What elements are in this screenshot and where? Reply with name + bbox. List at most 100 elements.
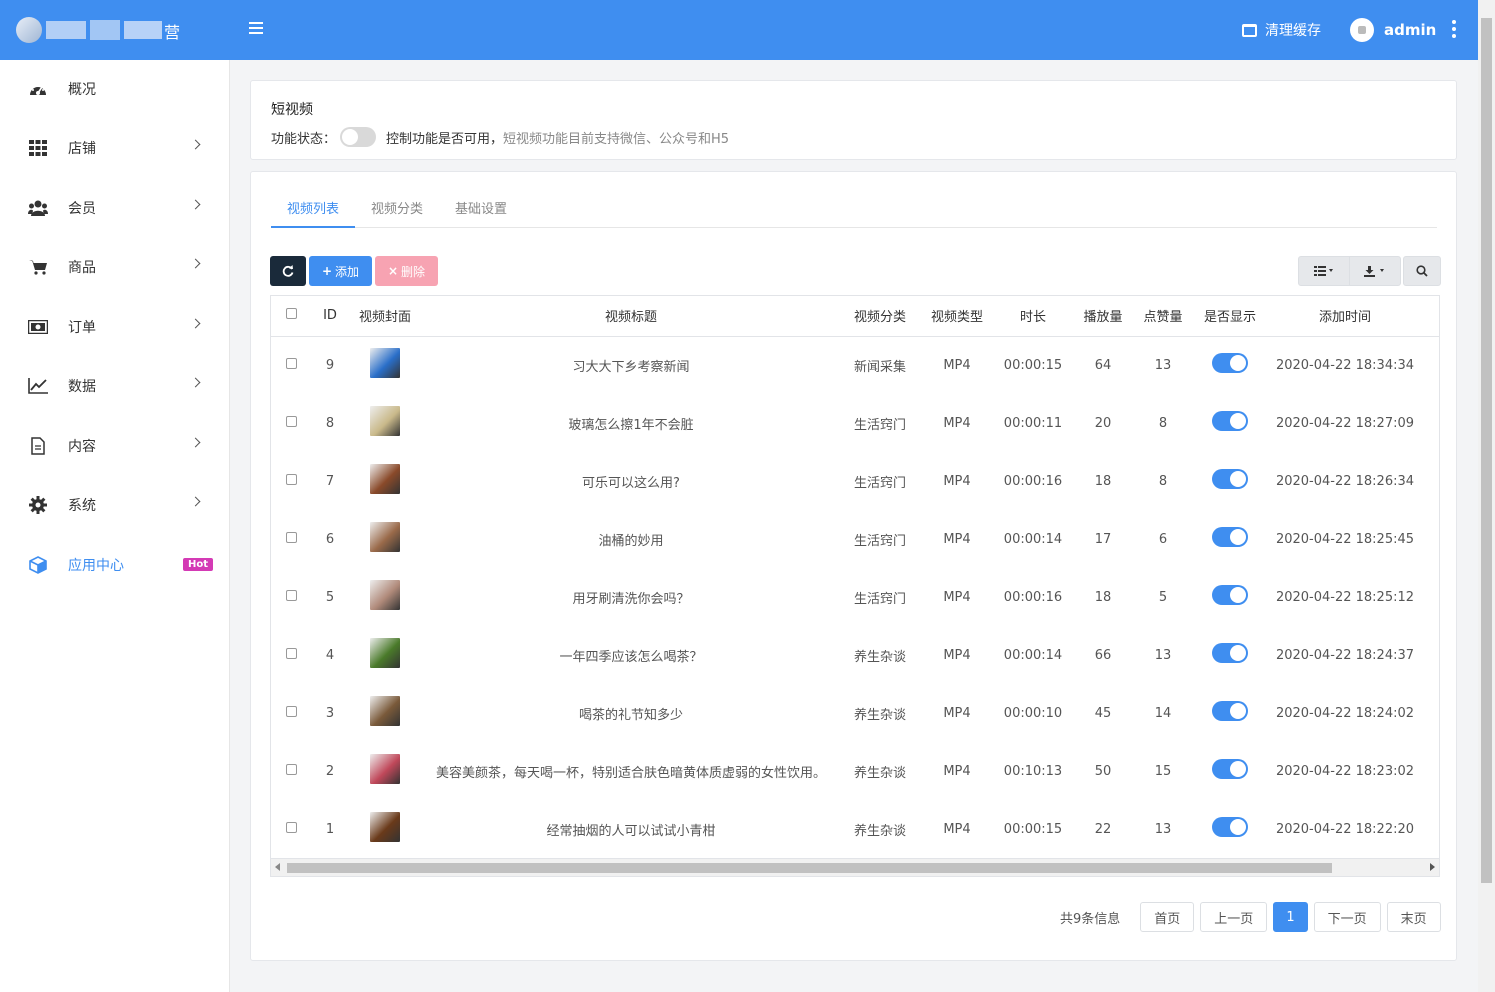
logo-blur — [124, 21, 162, 39]
time-cell: 2020-04-22 18:23:02 — [1275, 763, 1415, 779]
visibility-toggle[interactable] — [1212, 701, 1248, 721]
row-checkbox[interactable] — [285, 647, 297, 659]
visible-cell — [1191, 800, 1269, 858]
more-vertical-icon[interactable] — [1452, 19, 1457, 41]
search-button[interactable] — [1403, 256, 1441, 286]
visibility-toggle[interactable] — [1212, 643, 1248, 663]
row-checkbox[interactable] — [285, 357, 297, 369]
row-checkbox[interactable] — [285, 705, 297, 717]
select-all-checkbox[interactable] — [285, 308, 297, 320]
column-header[interactable]: 视频分类 — [841, 296, 919, 337]
title-cell: 经常抽烟的人可以试试小青柑 — [546, 823, 716, 839]
video-cover-thumbnail[interactable] — [370, 522, 400, 552]
operations-cell — [1421, 336, 1439, 394]
column-header[interactable]: 视频封面 — [349, 296, 421, 337]
horizontal-scrollbar[interactable] — [271, 858, 1439, 876]
row-checkbox-cell — [271, 626, 311, 684]
visibility-toggle[interactable] — [1212, 469, 1248, 489]
video-cover-thumbnail[interactable] — [370, 580, 400, 610]
plus-icon: + — [321, 264, 333, 278]
visible-cell — [1191, 568, 1269, 626]
visibility-toggle[interactable] — [1212, 817, 1248, 837]
category-cell: 养生杂谈 — [853, 765, 906, 781]
user-menu[interactable]: admin — [1350, 18, 1457, 42]
sidebar-item-orders[interactable]: 订单 — [0, 307, 230, 347]
vertical-scrollbar[interactable] — [1478, 0, 1495, 992]
operations-cell — [1421, 742, 1439, 800]
tab-basic-settings[interactable]: 基础设置 — [439, 190, 523, 228]
sidebar-item-system[interactable]: 系统 — [0, 485, 230, 525]
scrollbar-thumb[interactable] — [1481, 18, 1492, 883]
sidebar-item-data[interactable]: 数据 — [0, 366, 230, 406]
clear-cache-button[interactable]: 清理缓存 — [1242, 20, 1321, 40]
title-cell: 用牙刷清洗你会吗？ — [572, 591, 690, 607]
row-checkbox-cell — [271, 742, 311, 800]
column-header[interactable]: 播放量 — [1071, 296, 1135, 337]
visibility-toggle[interactable] — [1212, 353, 1248, 374]
column-header[interactable]: 时长 — [995, 296, 1071, 337]
visibility-toggle[interactable] — [1212, 585, 1248, 605]
video-cover-thumbnail[interactable] — [370, 348, 400, 379]
cover-cell — [349, 568, 421, 626]
column-header[interactable]: 是否显示 — [1191, 296, 1269, 337]
current-page-button[interactable]: 1 — [1273, 902, 1308, 932]
sidebar-item-content[interactable]: 内容 — [0, 426, 230, 466]
table-row: 6 油桶的妙用 生活窍门 MP4 00:00:14 17 6 2020-04-22 18:25… — [271, 510, 1439, 568]
select-all-cell — [271, 296, 311, 337]
add-button[interactable]: + 添加 — [309, 256, 372, 286]
time-cell: 2020-04-22 18:22:20 — [1275, 821, 1415, 837]
menu-toggle-icon[interactable] — [249, 22, 263, 38]
columns-toggle-button[interactable] — [1298, 256, 1350, 286]
column-header[interactable]: ID — [311, 296, 349, 337]
row-checkbox[interactable] — [285, 821, 297, 833]
tab-bar: 视频列表 视频分类 基础设置 — [271, 190, 1437, 228]
logo[interactable]: 营 — [16, 17, 180, 43]
tab-video-category[interactable]: 视频分类 — [355, 190, 439, 228]
feature-status-row: 功能状态： 控制功能是否可用， 短视频功能目前支持微信、公众号和H5 — [271, 127, 729, 147]
sidebar-item-members[interactable]: 会员 — [0, 188, 230, 228]
avatar — [1350, 18, 1374, 42]
table-row: 4 一年四季应该怎么喝茶？ 养生杂谈 MP4 00:00:14 66 13 2020-04-2… — [271, 626, 1439, 684]
sidebar-item-label: 会员 — [68, 201, 96, 217]
visibility-toggle[interactable] — [1212, 527, 1248, 547]
column-header[interactable]: 视频类型 — [919, 296, 995, 337]
tab-video-list[interactable]: 视频列表 — [271, 190, 356, 228]
scroll-left-icon[interactable] — [275, 863, 280, 871]
video-cover-thumbnail[interactable] — [370, 696, 400, 726]
visibility-toggle[interactable] — [1212, 759, 1248, 779]
row-checkbox[interactable] — [285, 763, 297, 775]
video-cover-thumbnail[interactable] — [370, 406, 400, 436]
sidebar-item-products[interactable]: 商品 — [0, 247, 230, 287]
video-cover-thumbnail[interactable] — [370, 812, 400, 842]
row-checkbox[interactable] — [285, 473, 297, 485]
next-page-button[interactable]: 下一页 — [1313, 902, 1381, 932]
delete-button[interactable]: × 删除 — [375, 256, 438, 286]
column-header[interactable]: 点赞量 — [1135, 296, 1191, 337]
video-cover-thumbnail[interactable] — [370, 638, 400, 668]
column-header[interactable]: 添加时间 — [1269, 296, 1421, 337]
video-table-container: ID 视频封面 视频标题 视频分类 视频类型 时长 播放量 点赞量 是否显示 添… — [270, 295, 1440, 877]
row-checkbox[interactable] — [285, 415, 297, 427]
sidebar-item-app-center[interactable]: 应用中心 Hot — [0, 545, 230, 585]
refresh-button[interactable] — [270, 256, 306, 286]
export-button[interactable] — [1349, 256, 1401, 286]
plays-cell: 64 — [1094, 357, 1112, 373]
row-checkbox[interactable] — [285, 531, 297, 543]
sidebar-item-overview[interactable]: 概况 — [0, 69, 230, 109]
row-checkbox[interactable] — [285, 589, 297, 601]
last-page-button[interactable]: 末页 — [1386, 902, 1441, 932]
duration-cell: 00:00:14 — [1003, 647, 1063, 663]
prev-page-button[interactable]: 上一页 — [1200, 902, 1268, 932]
duration-cell: 00:10:13 — [1003, 763, 1063, 779]
video-cover-thumbnail[interactable] — [370, 754, 400, 784]
column-header[interactable]: 视频标题 — [421, 296, 841, 337]
top-bar: 营 清理缓存 admin — [0, 0, 1478, 60]
sidebar-item-store[interactable]: 店铺 — [0, 128, 230, 168]
id-cell: 6 — [325, 531, 335, 547]
first-page-button[interactable]: 首页 — [1140, 902, 1195, 932]
feature-toggle[interactable] — [340, 127, 377, 147]
video-cover-thumbnail[interactable] — [370, 464, 400, 494]
scrollbar-thumb[interactable] — [287, 863, 1332, 873]
scroll-right-icon[interactable] — [1430, 863, 1435, 871]
visibility-toggle[interactable] — [1212, 411, 1248, 431]
